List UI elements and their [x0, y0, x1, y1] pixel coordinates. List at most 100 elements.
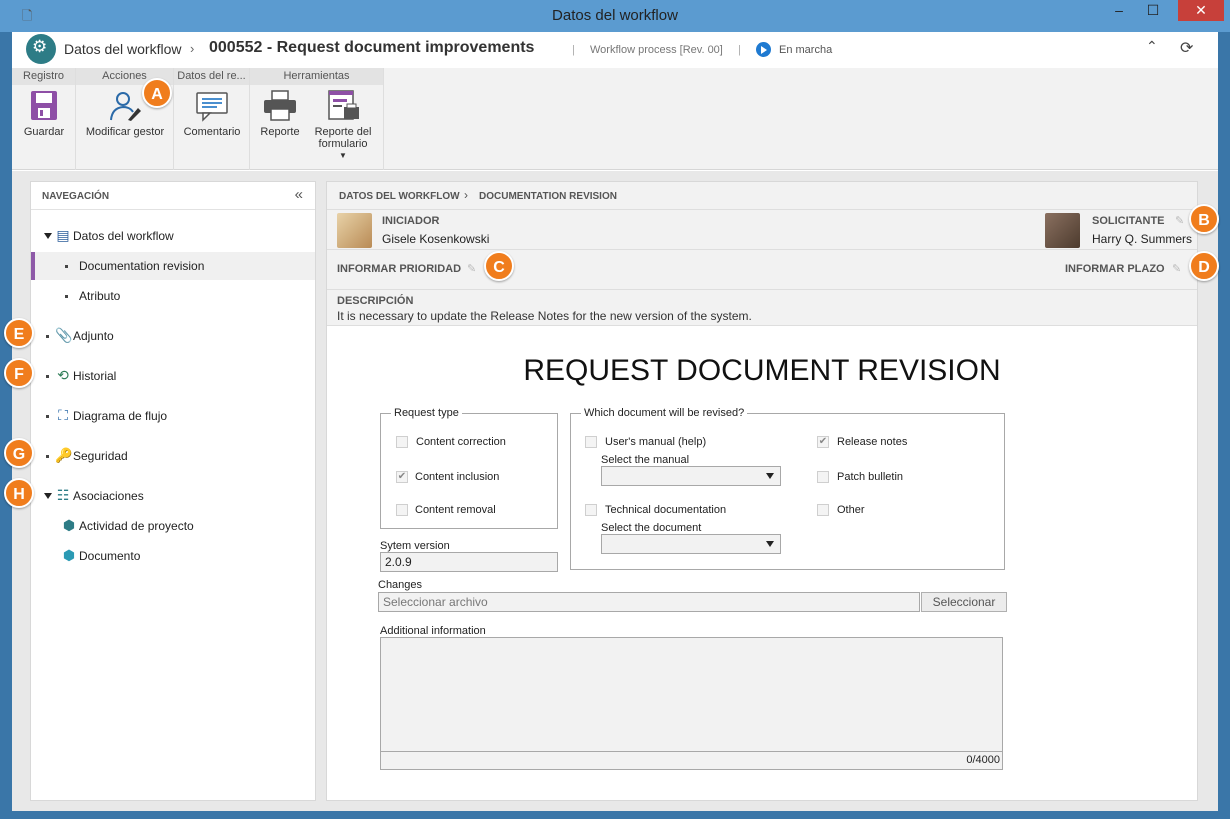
- chevron-down-icon: [766, 473, 774, 479]
- description-label: DESCRIPCIÓN: [337, 295, 414, 307]
- content-correction-checkbox[interactable]: [396, 436, 408, 448]
- breadcrumb-item[interactable]: DATOS DEL WORKFLOW: [339, 191, 460, 202]
- save-button[interactable]: Guardar: [16, 90, 72, 138]
- release-notes-checkbox[interactable]: ✔: [817, 436, 829, 448]
- nav-item-attachment[interactable]: 📎 Adjunto: [31, 322, 315, 350]
- callout-badge: B: [1189, 204, 1219, 234]
- additional-info-label: Additional information: [380, 625, 486, 637]
- collapse-panel-icon[interactable]: «: [295, 186, 303, 203]
- dropdown-arrow-icon: ▼: [339, 151, 347, 160]
- collapse-up-icon[interactable]: ⌃: [1146, 38, 1158, 55]
- content-inclusion-checkbox[interactable]: ✔: [396, 471, 408, 483]
- ribbon-group-registro: Registro Guardar: [12, 68, 76, 170]
- ribbon-group-datos: Datos del re... Comentario: [174, 68, 250, 170]
- patch-bulletin-checkbox[interactable]: [817, 471, 829, 483]
- deadline-label[interactable]: INFORMAR PLAZO: [1065, 263, 1165, 275]
- page-title: 000552 - Request document improvements: [209, 39, 535, 56]
- nav-label: Documento: [79, 549, 141, 563]
- callout-badge: D: [1189, 251, 1219, 281]
- save-icon: [27, 90, 61, 122]
- priority-band: INFORMAR PRIORIDAD ✎ INFORMAR PLAZO ✎: [327, 250, 1197, 290]
- chevron-right-icon: ›: [190, 41, 195, 56]
- nav-label: Documentation revision: [79, 259, 205, 273]
- edit-pencil-icon[interactable]: ✎: [1175, 214, 1184, 227]
- system-version-input[interactable]: 2.0.9: [380, 552, 558, 572]
- requester-label: SOLICITANTE: [1092, 215, 1165, 227]
- nav-label: Atributo: [79, 289, 121, 303]
- bullet: [46, 335, 49, 338]
- which-document-legend: Which document will be revised?: [584, 407, 745, 419]
- header-section[interactable]: Datos del workflow: [64, 41, 182, 57]
- nav-item-workflow-data[interactable]: ▤ Datos del workflow: [31, 222, 315, 250]
- nav-label: Diagrama de flujo: [73, 409, 168, 423]
- comment-button[interactable]: Comentario: [176, 90, 248, 138]
- users-manual-label: User's manual (help): [605, 436, 707, 448]
- history-icon: ⟲: [57, 367, 69, 383]
- refresh-icon[interactable]: ⟳: [1180, 38, 1193, 58]
- navigation-header: NAVEGACIÓN «: [31, 182, 315, 210]
- report-label: Reporte: [260, 126, 300, 138]
- ribbon-group-title: Datos del re...: [174, 68, 249, 85]
- play-status-icon: [756, 42, 771, 57]
- minimize-button[interactable]: –: [1104, 0, 1134, 22]
- expand-arrow-icon[interactable]: [44, 233, 52, 239]
- nav-item-document[interactable]: ⬢ Documento: [31, 542, 315, 570]
- callout-badge: G: [4, 438, 34, 468]
- nav-item-project-activity[interactable]: ⬢ Actividad de proyecto: [31, 512, 315, 540]
- bullet: [65, 265, 68, 268]
- nav-item-attribute[interactable]: Atributo: [31, 282, 315, 310]
- nav-item-history[interactable]: ⟲ Historial: [31, 362, 315, 390]
- form-report-button[interactable]: Reporte del formulario ▼: [308, 90, 378, 160]
- nav-item-doc-revision[interactable]: Documentation revision: [31, 252, 315, 280]
- content-removal-checkbox[interactable]: [396, 504, 408, 516]
- form-report-icon: [326, 90, 360, 122]
- edit-pencil-icon[interactable]: ✎: [1172, 262, 1181, 275]
- bullet: [65, 295, 68, 298]
- ribbon-group-title: Registro: [12, 68, 75, 85]
- nav-label: Adjunto: [73, 329, 114, 343]
- priority-label[interactable]: INFORMAR PRIORIDAD: [337, 263, 461, 275]
- flowchart-icon: ⛶: [58, 407, 68, 423]
- close-button[interactable]: ✕: [1178, 0, 1224, 21]
- callout-badge: F: [4, 358, 34, 388]
- nav-label: Historial: [73, 369, 117, 383]
- expand-arrow-icon[interactable]: [44, 493, 52, 499]
- file-input[interactable]: Seleccionar archivo: [378, 592, 920, 612]
- people-band: INICIADOR Gisele Kosenkowski SOLICITANTE…: [327, 210, 1197, 250]
- additional-info-textarea[interactable]: 0/4000: [380, 637, 1003, 770]
- report-button[interactable]: Reporte: [256, 90, 304, 138]
- nav-label: Datos del workflow: [73, 229, 174, 243]
- edit-pencil-icon[interactable]: ✎: [467, 262, 476, 275]
- key-icon: 🔑: [55, 447, 73, 463]
- users-manual-checkbox[interactable]: [585, 436, 597, 448]
- select-document-dropdown[interactable]: [601, 534, 781, 554]
- breadcrumb-item: DOCUMENTATION REVISION: [479, 191, 617, 202]
- avatar-requester: [1045, 213, 1080, 248]
- user-edit-icon: [108, 90, 142, 122]
- nav-item-associations[interactable]: ☷ Asociaciones: [31, 482, 315, 510]
- technical-doc-checkbox[interactable]: [585, 504, 597, 516]
- nav-item-flowchart[interactable]: ⛶ Diagrama de flujo: [31, 402, 315, 430]
- maximize-button[interactable]: ☐: [1138, 0, 1168, 22]
- request-type-legend: Request type: [394, 407, 459, 419]
- nav-item-security[interactable]: 🔑 Seguridad: [31, 442, 315, 470]
- window-title: Datos del workflow: [552, 7, 678, 24]
- other-checkbox[interactable]: [817, 504, 829, 516]
- other-label: Other: [837, 504, 865, 516]
- content-correction-label: Content correction: [416, 436, 506, 448]
- change-manager-label: Modificar gestor: [85, 126, 165, 138]
- nav-label: Actividad de proyecto: [79, 519, 194, 533]
- app-logo-icon: [26, 34, 56, 64]
- system-version-label: Sytem version: [380, 540, 450, 552]
- title-bar: 🗋 Datos del workflow – ☐ ✕: [0, 0, 1230, 32]
- save-label: Guardar: [23, 126, 65, 138]
- select-manual-label: Select the manual: [601, 454, 690, 466]
- select-manual-dropdown[interactable]: [601, 466, 781, 486]
- ribbon-group-title: Herramientas: [250, 68, 383, 85]
- requester-name: Harry Q. Summers: [1092, 232, 1193, 246]
- callout-badge: A: [142, 78, 172, 108]
- callout-badge: H: [4, 478, 34, 508]
- release-notes-label: Release notes: [837, 436, 908, 448]
- select-file-button[interactable]: Seleccionar: [921, 592, 1007, 612]
- patch-bulletin-label: Patch bulletin: [837, 471, 904, 483]
